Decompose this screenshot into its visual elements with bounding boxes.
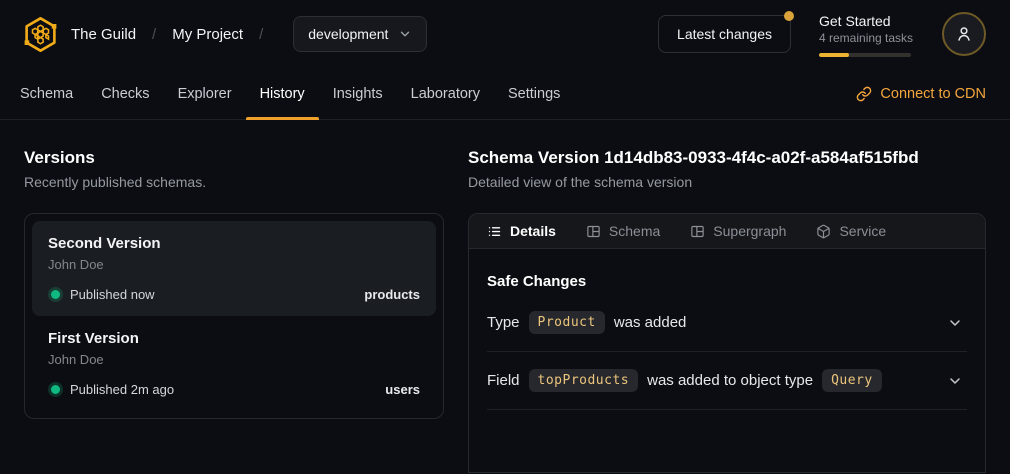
change-row[interactable]: Type Product was added	[487, 294, 967, 352]
detail-tab-label: Service	[839, 223, 886, 239]
change-text: was added to object type	[647, 372, 813, 389]
version-service-name: products	[364, 287, 420, 302]
versions-list: Second Version John Doe Published now pr…	[24, 213, 444, 419]
columns-icon	[690, 224, 705, 239]
version-published: Published now	[70, 287, 155, 302]
detail-tab-schema[interactable]: Schema	[586, 223, 660, 239]
chevron-down-icon	[398, 27, 412, 41]
get-started-title: Get Started	[819, 12, 914, 30]
tab-history[interactable]: History	[246, 68, 319, 119]
versions-panel: Versions Recently published schemas. Sec…	[24, 120, 444, 473]
main-nav-tabs: Schema Checks Explorer History Insights …	[6, 68, 574, 119]
user-avatar-button[interactable]	[942, 12, 986, 56]
version-meta: Published 2m ago users	[48, 382, 420, 397]
published-status-dot	[51, 385, 60, 394]
top-bar: The Guild / My Project / development Lat…	[0, 0, 1010, 68]
schema-version-panel: Schema Version 1d14db83-0933-4f4c-a02f-a…	[468, 120, 986, 473]
get-started-widget[interactable]: Get Started 4 remaining tasks	[819, 12, 914, 57]
change-code-badge: Product	[529, 311, 605, 334]
get-started-progress-fill	[819, 53, 849, 57]
change-text: Field	[487, 372, 520, 389]
version-author: John Doe	[48, 351, 420, 369]
tab-checks[interactable]: Checks	[87, 68, 163, 119]
columns-icon	[586, 224, 601, 239]
version-name: Second Version	[48, 234, 420, 254]
tab-laboratory[interactable]: Laboratory	[397, 68, 494, 119]
change-text: Type	[487, 314, 520, 331]
published-status-dot	[51, 290, 60, 299]
detail-body: Safe Changes Type Product was added Fiel…	[469, 249, 985, 410]
guild-honeycomb-icon[interactable]	[22, 16, 59, 53]
version-author: John Doe	[48, 256, 420, 274]
safe-changes-title: Safe Changes	[487, 273, 967, 290]
detail-tab-service[interactable]: Service	[816, 223, 886, 239]
detail-tab-label: Details	[510, 223, 556, 239]
user-icon	[954, 24, 974, 44]
versions-subtitle: Recently published schemas.	[24, 174, 444, 190]
version-published: Published 2m ago	[70, 382, 174, 397]
detail-tab-details[interactable]: Details	[487, 223, 556, 239]
change-row[interactable]: Field topProducts was added to object ty…	[487, 352, 967, 410]
breadcrumb-org[interactable]: The Guild	[71, 26, 136, 43]
main-content: Versions Recently published schemas. Sec…	[0, 120, 1010, 473]
breadcrumb-separator: /	[259, 26, 263, 43]
list-icon	[487, 224, 502, 239]
get-started-subtitle: 4 remaining tasks	[819, 30, 914, 46]
schema-version-title: Schema Version 1d14db83-0933-4f4c-a02f-a…	[468, 148, 986, 168]
main-nav: Schema Checks Explorer History Insights …	[0, 68, 1010, 120]
chevron-down-icon[interactable]	[947, 373, 963, 389]
tab-schema[interactable]: Schema	[6, 68, 87, 119]
change-text: was added	[614, 314, 687, 331]
cube-icon	[816, 224, 831, 239]
chevron-down-icon[interactable]	[947, 315, 963, 331]
latest-changes-label: Latest changes	[677, 26, 772, 42]
tab-settings[interactable]: Settings	[494, 68, 574, 119]
version-list-item[interactable]: Second Version John Doe Published now pr…	[32, 221, 436, 316]
link-icon	[856, 86, 872, 102]
detail-tabs: Details Schema Sup	[469, 214, 985, 249]
get-started-progress-track	[819, 53, 911, 57]
schema-version-detail-card: Details Schema Sup	[468, 213, 986, 473]
schema-version-subtitle: Detailed view of the schema version	[468, 174, 986, 190]
version-list-item[interactable]: First Version John Doe Published 2m ago …	[32, 316, 436, 411]
version-name: First Version	[48, 329, 420, 349]
breadcrumb: The Guild / My Project / development	[22, 16, 427, 53]
detail-tab-supergraph[interactable]: Supergraph	[690, 223, 786, 239]
detail-tab-label: Schema	[609, 223, 660, 239]
versions-title: Versions	[24, 148, 444, 168]
top-bar-right: Latest changes Get Started 4 remaining t…	[658, 12, 986, 57]
connect-to-cdn-label: Connect to CDN	[880, 86, 986, 102]
target-selector-value: development	[308, 26, 388, 42]
tab-insights[interactable]: Insights	[319, 68, 397, 119]
version-service-name: users	[385, 382, 420, 397]
notification-dot	[784, 11, 794, 21]
breadcrumb-project[interactable]: My Project	[172, 26, 243, 43]
version-meta: Published now products	[48, 287, 420, 302]
tab-explorer[interactable]: Explorer	[164, 68, 246, 119]
change-code-badge: Query	[822, 369, 882, 392]
target-selector-dropdown[interactable]: development	[293, 16, 427, 52]
latest-changes-button[interactable]: Latest changes	[658, 15, 791, 53]
breadcrumb-separator: /	[152, 26, 156, 43]
connect-to-cdn-link[interactable]: Connect to CDN	[856, 68, 986, 119]
change-code-badge: topProducts	[529, 369, 639, 392]
detail-tab-label: Supergraph	[713, 223, 786, 239]
